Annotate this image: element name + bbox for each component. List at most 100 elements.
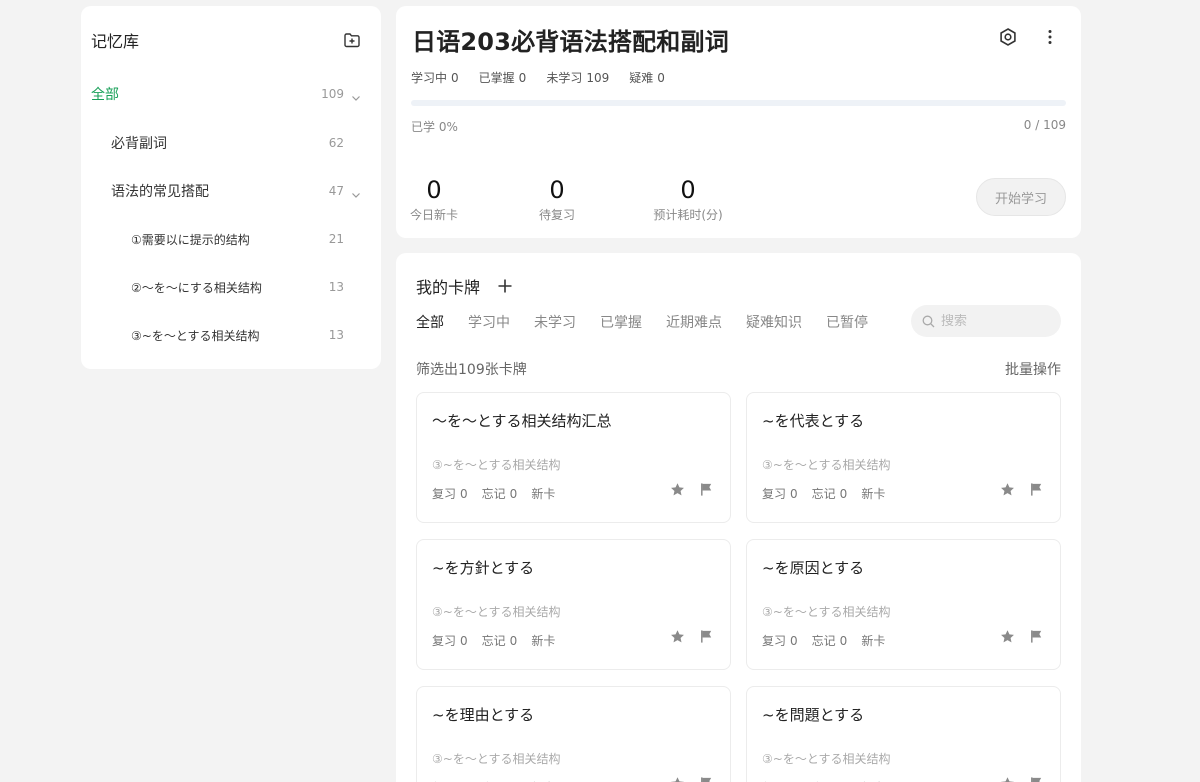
flag-icon[interactable] [1028,481,1045,498]
tree-item-count: 62 [328,136,344,150]
card-actions [669,481,715,498]
flag-icon[interactable] [698,775,715,782]
card-actions [669,775,715,782]
batch-operation-button[interactable]: 批量操作 [1005,359,1061,379]
card-review-count: 复习0 [432,487,468,501]
tab-all[interactable]: 全部 [416,313,444,333]
deck-sidebar: 记忆库 全部 109 必背副词 62 语法的常见搭配 47 ①需要以に提示的结构… [81,6,381,369]
metric-estimated-time: 0 预计耗时(分) [648,176,728,223]
star-icon[interactable] [999,775,1016,782]
metric-due-review: 0 待复习 [524,176,590,223]
tree-item-label: 必背副词 [111,136,167,152]
flag-icon[interactable] [1028,775,1045,782]
card-status: 新卡 [861,634,886,648]
card-title: ～を～とする相关结构汇总 [432,412,612,430]
card-category: ③~を～とする相关结构 [762,752,891,766]
card-forget-count: 忘记0 [811,634,848,648]
deck-overview: 日语203必背语法搭配和副词 学习中0 已掌握0 未学习109 疑难0 [396,6,1081,238]
tree-item-count: 13 [328,280,344,294]
card-category: ③~を～とする相关结构 [432,605,561,619]
progress-count: 0 / 109 [1023,118,1066,132]
sidebar-title: 记忆库 [91,32,140,51]
star-icon[interactable] [669,775,686,782]
filter-result-count: 筛选出109张卡牌 [416,362,527,378]
cards-panel-title: 我的卡牌 [416,278,481,297]
card-item[interactable]: ~を原因とする ③~を～とする相关结构 复习 0 忘记 0 新卡 [746,539,1061,670]
stat-mastered: 已掌握 0 [478,71,527,85]
stat-unlearned: 未学习 109 [546,71,610,85]
card-category: ③~を～とする相关结构 [762,458,891,472]
star-icon[interactable] [669,481,686,498]
card-item[interactable]: ~を問題とする ③~を～とする相关结构 复习0 忘记0 新卡 [746,686,1061,782]
tree-item-label: ③~を～とする相关结构 [131,328,260,343]
tree-item-count: 109 [321,87,344,101]
tab-paused[interactable]: 已暂停 [826,313,868,333]
tree-item-count: 13 [328,328,344,342]
card-actions [999,481,1045,498]
tree-item-structure-2[interactable]: ②～を～にする相关结构 13 [81,275,381,299]
search-icon [922,315,935,328]
card-item[interactable]: ~を方針とする ③~を～とする相关结构 复习 0 忘记 0 新卡 [416,539,731,670]
tree-item-structure-3[interactable]: ③~を～とする相关结构 13 [81,323,381,347]
cards-panel-header: 我的卡牌 [416,274,516,298]
start-study-button[interactable]: 开始学习 [976,178,1066,216]
tab-recent-difficult[interactable]: 近期难点 [666,313,722,333]
card-meta: 复习0 忘记0 新卡 [762,485,885,502]
folder-plus-icon[interactable] [341,29,363,51]
chevron-down-icon[interactable] [351,185,361,204]
card-status: 新卡 [531,634,556,648]
card-forget-count: 忘记0 [481,487,518,501]
progress-label: 已学 0% [411,120,458,134]
metric-value: 0 [426,176,442,204]
card-item[interactable]: ~を代表とする ③~を～とする相关结构 复习 0 忘记 0 新卡 [746,392,1061,523]
tree-item-grammar[interactable]: 语法的常见搭配 47 [81,179,381,203]
flag-icon[interactable] [698,628,715,645]
card-category: ③~を～とする相关结构 [432,752,561,766]
search-input[interactable] [941,313,1051,329]
deck-stat-line: 学习中 0 已掌握 0 未学习 109 疑难 0 [411,69,665,86]
deck-actions [997,26,1061,48]
tab-learning[interactable]: 学习中 [468,313,510,333]
card-grid: ～を～とする相关结构汇总 ③~を～とする相关结构 复习 0 忘记 0 新卡 ~を代表… [416,392,1061,782]
search-box [911,305,1061,337]
tab-difficult-knowledge[interactable]: 疑难知识 [746,313,802,333]
card-item[interactable]: ～を～とする相关结构汇总 ③~を～とする相关结构 复习 0 忘记 0 新卡 [416,392,731,523]
tree-item-label: ②～を～にする相关结构 [131,280,262,295]
tree-item-all[interactable]: 全部 109 [81,82,381,106]
star-icon[interactable] [999,481,1016,498]
card-review-count: 复习0 [762,487,798,501]
metric-value: 0 [549,176,565,204]
card-category: ③~を～とする相关结构 [762,605,891,619]
card-title: ~を理由とする [432,706,535,724]
tree-item-count: 47 [328,184,344,198]
card-item[interactable]: ~を理由とする ③~を～とする相关结构 复习0 忘记0 新卡 [416,686,731,782]
tab-mastered[interactable]: 已掌握 [600,313,642,333]
flag-icon[interactable] [1028,628,1045,645]
star-icon[interactable] [669,628,686,645]
chevron-down-icon[interactable] [351,88,361,107]
metric-new-today: 0 今日新卡 [401,176,467,223]
stat-difficult: 疑难 0 [629,71,665,85]
flag-icon[interactable] [698,481,715,498]
card-status: 新卡 [531,487,556,501]
tab-unlearned[interactable]: 未学习 [534,313,576,333]
card-actions [999,628,1045,645]
card-actions [999,775,1045,782]
star-icon[interactable] [999,628,1016,645]
card-meta: 复习0 忘记0 新卡 [432,485,555,502]
tree-item-label: 语法的常见搭配 [111,184,209,200]
tree-item-structure-1[interactable]: ①需要以に提示的结构 21 [81,227,381,251]
card-meta: 复习0 忘记0 新卡 [762,632,885,649]
metric-label: 今日新卡 [409,208,458,222]
card-meta: 复习0 忘记0 新卡 [432,632,555,649]
plus-icon[interactable] [494,275,516,297]
more-vertical-icon[interactable] [1039,26,1061,48]
card-title: ~を方針とする [432,559,535,577]
settings-icon[interactable] [997,26,1019,48]
stat-learning: 学习中 0 [411,71,459,85]
card-forget-count: 忘记0 [481,634,518,648]
metric-value: 0 [680,176,696,204]
card-review-count: 复习0 [762,634,798,648]
card-actions [669,628,715,645]
tree-item-adverbs[interactable]: 必背副词 62 [81,131,381,155]
